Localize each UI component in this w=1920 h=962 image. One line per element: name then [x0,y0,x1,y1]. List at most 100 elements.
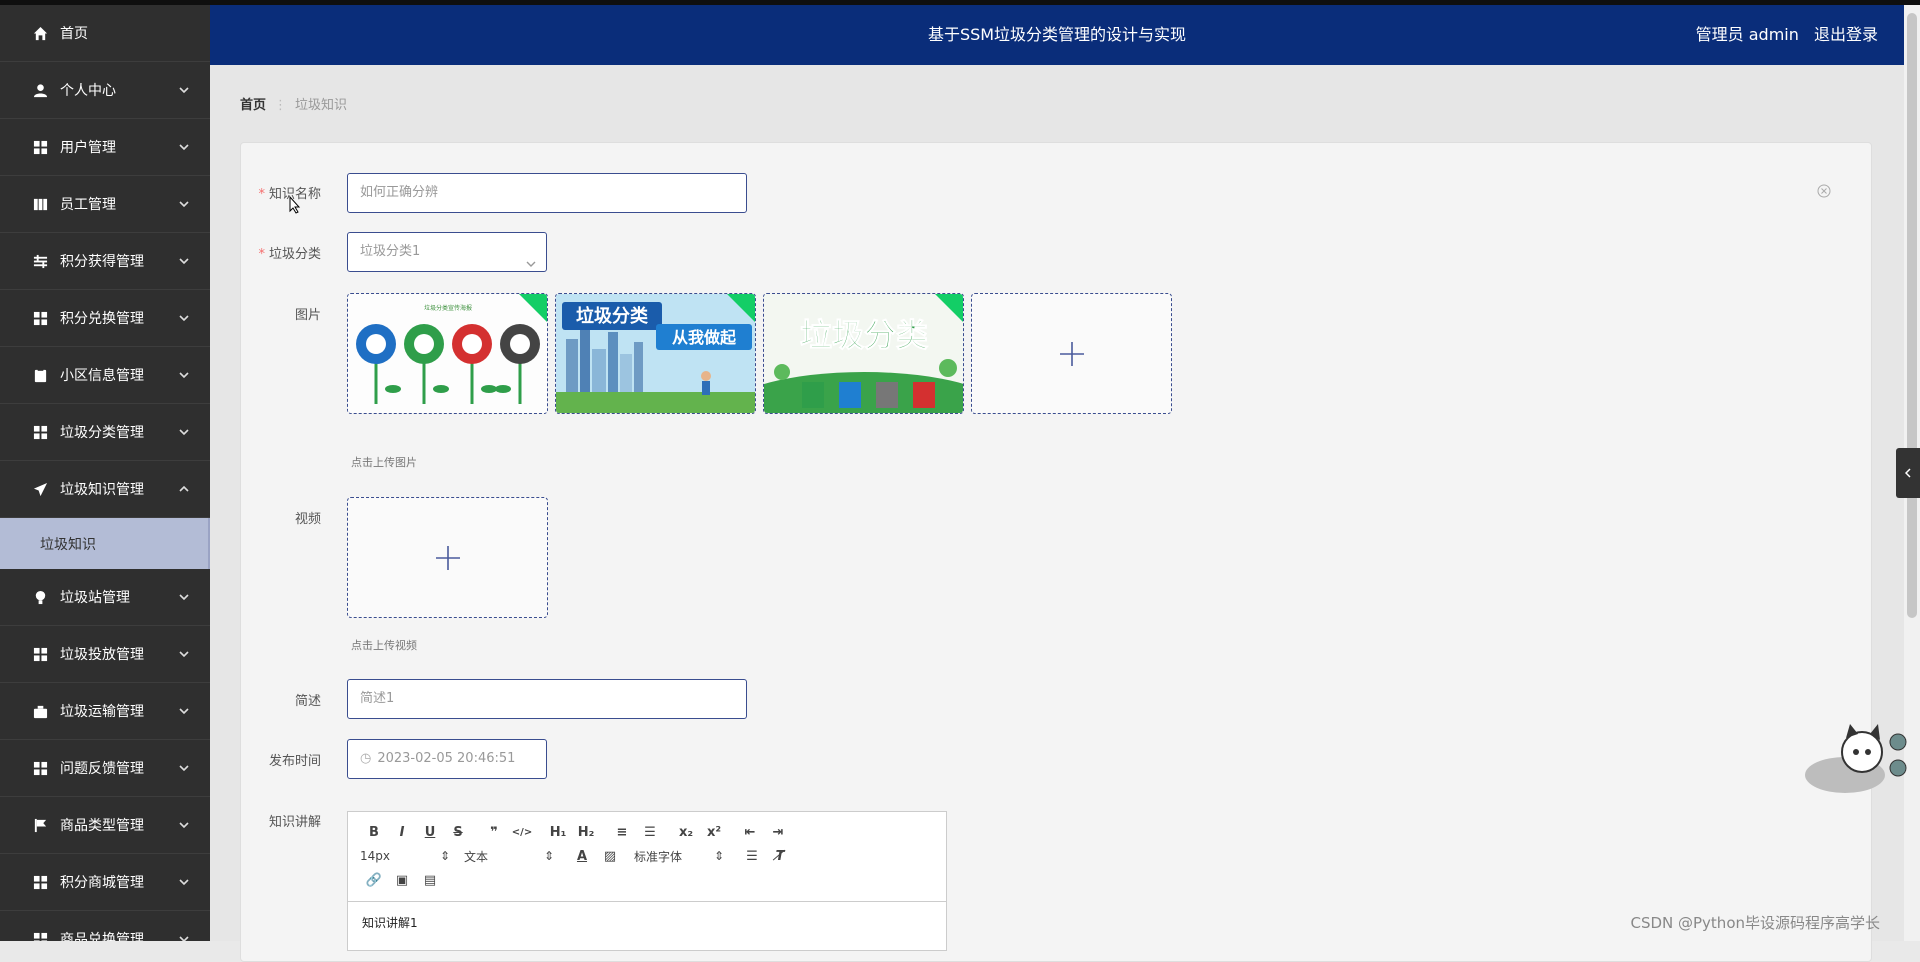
sidebar-subitem-knowledge[interactable]: 垃圾知识 [0,518,210,569]
editor-content[interactable]: 知识讲解1 [348,902,946,943]
sidebar-item-station[interactable]: 垃圾站管理 [0,569,210,626]
chevron-left-icon [1904,468,1911,478]
image-upload-button[interactable] [971,293,1172,414]
sidebar-item-points-earn[interactable]: 积分获得管理 [0,233,210,290]
sidebar-item-disposal[interactable]: 垃圾投放管理 [0,626,210,683]
chevron-down-icon [178,648,190,660]
underline-icon[interactable]: U [416,821,444,843]
sidebar-item-label: 垃圾投放管理 [60,647,144,663]
image-label: 图片 [294,308,321,323]
desc-label: 简述 [294,694,321,709]
image-icon[interactable]: ▣ [388,869,416,891]
image-thumb[interactable]: 垃圾分类 从我做起 [555,293,756,414]
bullet-list-icon[interactable]: ☰ [636,821,664,843]
sliders-icon [32,253,48,269]
time-picker[interactable]: ◷ 2023-02-05 20:46:51 [347,739,547,779]
subscript-icon[interactable]: x₂ [672,821,700,843]
indent-icon[interactable]: ⇥ [764,821,792,843]
sidebar-item-category[interactable]: 垃圾分类管理 [0,404,210,461]
scrollbar-thumb[interactable] [1907,13,1917,618]
editor-toolbar: B I U S ❞ </> H₁ H₂ ≡ ☰ x₂ x² ⇤ ⇥ 14px⇕ [348,812,946,902]
superscript-icon[interactable]: x² [700,821,728,843]
grid-icon [32,139,48,155]
image-thumb[interactable]: 垃圾分类 [763,293,964,414]
admin-label: 管理员 admin [1695,25,1799,44]
chevron-down-icon [178,933,190,941]
sidebar-item-knowledge[interactable]: 垃圾知识管理 [0,461,210,518]
updown-icon: ⇕ [713,849,724,863]
quote-icon[interactable]: ❞ [480,821,508,843]
font-select[interactable]: 标准字体 ⇕ [634,848,724,865]
name-input[interactable]: 如何正确分辨 [347,173,747,213]
sidebar-item-label: 小区信息管理 [60,368,144,384]
size-select[interactable]: 14px ⇕ [360,849,450,863]
uploaded-corner-badge [935,294,963,322]
strike-icon[interactable]: S [444,821,472,843]
watermark: CSDN @Python毕设源码程序高学长 [1630,914,1880,932]
sidebar-item-product-type[interactable]: 商品类型管理 [0,797,210,854]
format-select[interactable]: 文本 ⇕ [464,848,554,865]
breadcrumb-home[interactable]: 首页 [240,98,266,113]
sidebar-item-label: 首页 [60,26,88,42]
breadcrumb: 首页 ⋮ 垃圾知识 [240,94,347,113]
main-content: 首页 ⋮ 垃圾知识 * 知识名称 如何正确分辨 * 垃圾分类 垃圾分类1 图片 垃圾分类… [210,65,1904,962]
sidebar-item-label: 问题反馈管理 [60,761,144,777]
sidebar-item-label: 垃圾知识管理 [60,482,144,498]
sidebar-item-points-redeem[interactable]: 积分兑换管理 [0,290,210,347]
chevron-down-icon [526,247,536,267]
garbage-sorting-image: 垃圾分类 [764,294,963,413]
background-color-icon[interactable]: ▨ [596,845,624,867]
sidebar-item-feedback[interactable]: 问题反馈管理 [0,740,210,797]
updown-icon: ⇕ [543,849,554,863]
chevron-down-icon [178,705,190,717]
sidebar-item-profile[interactable]: 个人中心 [0,62,210,119]
logout-button[interactable]: 退出登录 [1814,25,1878,44]
h1-icon[interactable]: H₁ [544,821,572,843]
chevron-down-icon [178,312,190,324]
link-icon[interactable]: 🔗 [360,869,388,891]
grid-icon [32,874,48,890]
sidebar: 首页 个人中心 用户管理 员工管理 积分获得管理 积分兑换管理 小区信息管理 垃… [0,5,210,941]
video-icon[interactable]: ▤ [416,869,444,891]
sidebar-item-transport[interactable]: 垃圾运输管理 [0,683,210,740]
code-icon[interactable]: </> [508,821,536,843]
svg-text:垃圾分类: 垃圾分类 [800,316,928,354]
sidebar-item-label: 垃圾分类管理 [60,425,144,441]
sidebar-item-users[interactable]: 用户管理 [0,119,210,176]
video-upload-button[interactable] [347,497,548,618]
clear-format-icon[interactable]: T̸ [766,845,794,867]
flag-icon [32,817,48,833]
sidebar-item-exchange[interactable]: 商品兑换管理 [0,911,210,941]
uploaded-corner-badge [727,294,755,322]
side-toggle-button[interactable] [1896,448,1920,498]
chevron-down-icon [178,141,190,153]
home-icon [32,25,48,41]
sidebar-item-mall[interactable]: 积分商城管理 [0,854,210,911]
bold-icon[interactable]: B [360,821,388,843]
sidebar-item-label: 商品类型管理 [60,818,144,834]
book-icon [32,196,48,212]
ordered-list-icon[interactable]: ≡ [608,821,636,843]
image-thumb[interactable]: 垃圾分类宣传海报 [347,293,548,414]
desc-input[interactable]: 简述1 [347,679,747,719]
sidebar-item-label: 个人中心 [60,83,116,99]
breadcrumb-current: 垃圾知识 [295,98,348,113]
chevron-down-icon [178,84,190,96]
grid-icon [32,646,48,662]
h2-icon[interactable]: H₂ [572,821,600,843]
updown-icon: ⇕ [439,849,450,863]
close-icon[interactable] [1817,183,1831,198]
category-select[interactable]: 垃圾分类1 [347,232,547,272]
font-color-icon[interactable]: A [568,845,596,867]
italic-icon[interactable]: I [388,821,416,843]
sidebar-item-home[interactable]: 首页 [0,5,210,62]
align-icon[interactable]: ☰ [738,845,766,867]
sidebar-item-community[interactable]: 小区信息管理 [0,347,210,404]
video-label: 视频 [294,512,321,527]
outdent-icon[interactable]: ⇤ [736,821,764,843]
app-title: 基于SSM垃圾分类管理的设计与实现 [927,25,1187,44]
sort-from-me-image: 垃圾分类 从我做起 [556,294,755,413]
uploaded-corner-badge [519,294,547,322]
image-upload-hint: 点击上传图片 [351,456,417,469]
sidebar-item-staff[interactable]: 员工管理 [0,176,210,233]
